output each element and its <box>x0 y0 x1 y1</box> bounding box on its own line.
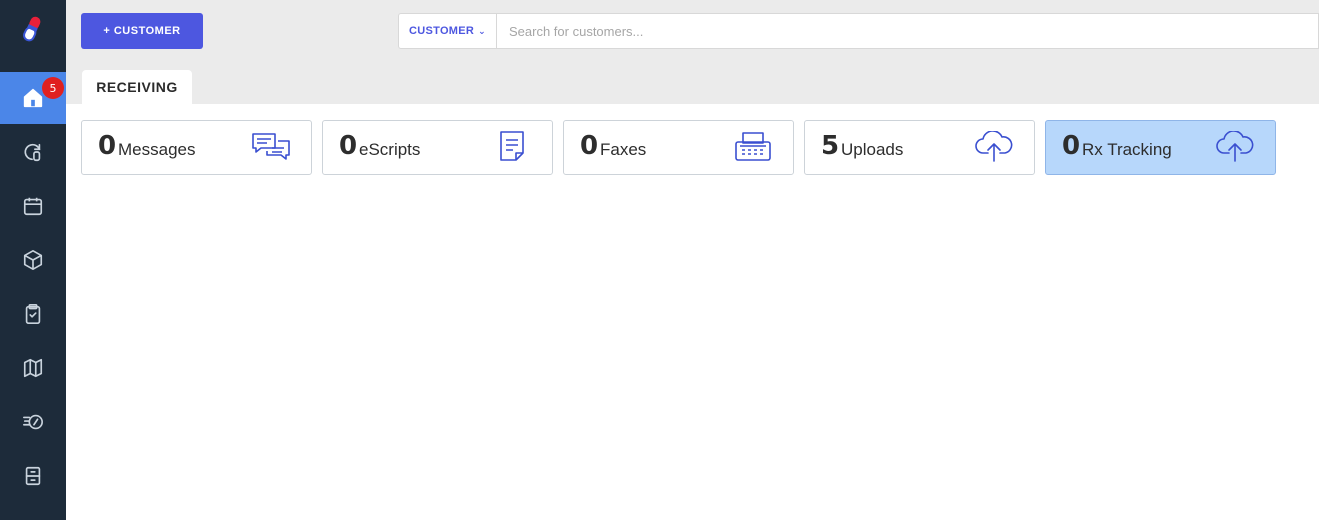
refill-icon <box>24 143 41 162</box>
card-faxes[interactable]: 0 Faxes <box>563 120 794 175</box>
home-icon <box>23 88 43 108</box>
card-label: Uploads <box>841 140 904 159</box>
search-type-dropdown[interactable]: CUSTOMER ⌄ <box>399 14 497 48</box>
card-count: 0 <box>1062 131 1081 161</box>
card-rx-tracking[interactable]: 0 Rx Tracking <box>1045 120 1276 175</box>
nav-map[interactable] <box>0 342 66 394</box>
card-count: 0 <box>580 131 599 161</box>
card-uploads[interactable]: 5 Uploads <box>804 120 1035 175</box>
nav-inventory[interactable] <box>0 234 66 286</box>
notification-badge: 5 <box>42 77 64 99</box>
document-icon <box>500 131 524 161</box>
cloud-upload-icon <box>1216 131 1254 162</box>
search-input[interactable] <box>497 14 1318 48</box>
cloud-upload-icon <box>975 131 1013 162</box>
search-bar: CUSTOMER ⌄ <box>398 13 1319 49</box>
package-icon <box>23 250 43 270</box>
card-label: Faxes <box>600 140 647 159</box>
tab-receiving[interactable]: RECEIVING <box>82 70 192 104</box>
pill-logo-icon <box>23 16 41 42</box>
chat-icon <box>252 133 290 160</box>
card-label: Rx Tracking <box>1082 140 1172 159</box>
clipboard-check-icon <box>25 304 41 324</box>
card-messages[interactable]: 0 Messages <box>81 120 312 175</box>
card-count: 0 <box>339 131 358 161</box>
chevron-down-icon: ⌄ <box>478 25 486 36</box>
card-count: 0 <box>98 131 117 161</box>
calendar-icon <box>23 197 43 216</box>
card-escripts[interactable]: 0 eScripts <box>322 120 553 175</box>
cabinet-icon <box>25 466 41 486</box>
nav-delivery[interactable] <box>0 396 66 448</box>
fax-icon <box>735 132 771 161</box>
nav-cabinet[interactable] <box>0 450 66 502</box>
nav-refills[interactable] <box>0 126 66 178</box>
card-label: eScripts <box>359 140 421 159</box>
delivery-icon <box>23 414 43 430</box>
nav-verification[interactable] <box>0 288 66 340</box>
sidebar: 5 <box>0 0 66 520</box>
nav-calendar[interactable] <box>0 180 66 232</box>
nav-home[interactable]: 5 <box>0 72 66 124</box>
map-icon <box>23 358 43 378</box>
card-label: Messages <box>118 140 196 159</box>
search-type-label: CUSTOMER <box>409 25 475 37</box>
card-count: 5 <box>821 131 840 161</box>
add-customer-button[interactable]: + CUSTOMER <box>81 13 203 49</box>
